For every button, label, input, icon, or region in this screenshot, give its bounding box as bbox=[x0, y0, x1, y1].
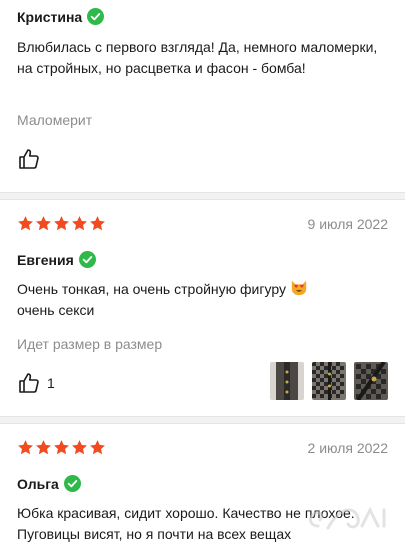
thumbs-up-icon bbox=[19, 149, 39, 169]
review-text: Влюбилась с первого взгляда! Да, немного… bbox=[17, 39, 378, 76]
star-icon bbox=[90, 440, 105, 455]
thumbs-up-icon bbox=[19, 373, 39, 393]
review-author-row: Кристина bbox=[17, 8, 105, 25]
star-icon bbox=[54, 216, 69, 231]
star-icon bbox=[90, 216, 105, 231]
star-icon bbox=[54, 440, 69, 455]
review-date: 2 июля 2022 bbox=[307, 440, 388, 456]
review-photo[interactable] bbox=[354, 362, 388, 400]
review-divider bbox=[0, 192, 405, 200]
review-photo[interactable] bbox=[270, 362, 304, 400]
review-author: Кристина bbox=[17, 8, 83, 25]
rating-stars bbox=[17, 439, 107, 456]
review-fit: Идет размер в размер bbox=[17, 336, 163, 352]
star-icon bbox=[36, 440, 51, 455]
review-date: 9 июля 2022 bbox=[307, 216, 388, 232]
verified-check-icon bbox=[63, 475, 81, 492]
review-photo[interactable] bbox=[312, 362, 346, 400]
review-author-row: Ольга bbox=[17, 475, 81, 492]
verified-check-icon bbox=[78, 251, 96, 268]
star-icon bbox=[18, 216, 33, 231]
heart-eyes-cat-emoji bbox=[291, 280, 307, 296]
review-divider bbox=[0, 416, 405, 424]
star-icon bbox=[72, 216, 87, 231]
watermark-logo bbox=[309, 506, 386, 530]
like-button[interactable]: 1 bbox=[17, 371, 55, 395]
verified-check-icon bbox=[87, 8, 105, 25]
rating-stars bbox=[17, 215, 107, 232]
review-photos bbox=[270, 362, 388, 400]
like-count: 1 bbox=[47, 375, 55, 391]
review-author-row: Евгения bbox=[17, 251, 96, 268]
review-fit: Маломерит bbox=[17, 112, 93, 128]
star-icon bbox=[72, 440, 87, 455]
review-author: Ольга bbox=[17, 475, 59, 492]
star-icon bbox=[36, 216, 51, 231]
review-text: Очень тонкая, на очень стройную фигуру о… bbox=[17, 279, 387, 321]
star-icon bbox=[18, 440, 33, 455]
review-text-line: очень секси bbox=[17, 302, 95, 318]
review-text-line: Очень тонкая, на очень стройную фигуру bbox=[17, 281, 286, 297]
review-author: Евгения bbox=[17, 251, 74, 268]
like-button[interactable] bbox=[17, 147, 47, 171]
